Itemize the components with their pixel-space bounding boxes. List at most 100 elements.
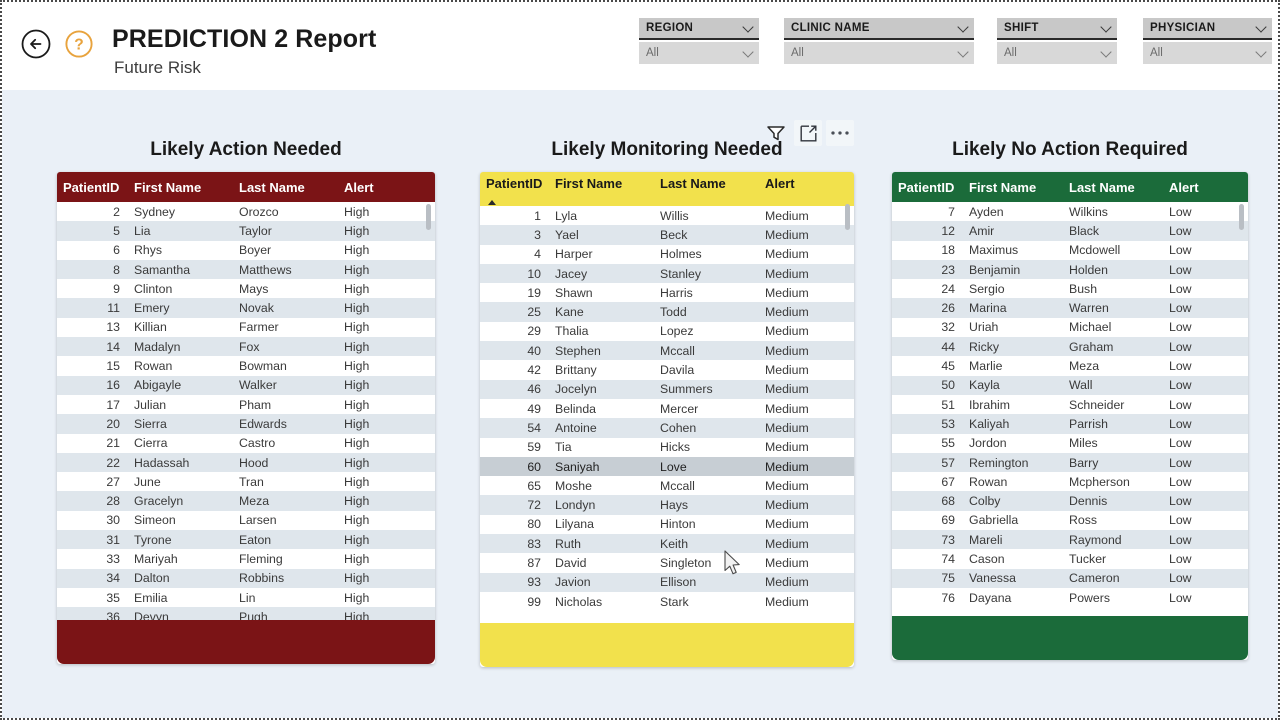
table-row[interactable]: 50 Kayla Wall Low xyxy=(892,375,1248,395)
scrollbar-thumb[interactable] xyxy=(1239,204,1244,230)
table-row[interactable]: 75 Vanessa Cameron Low xyxy=(892,568,1248,588)
table-no-action-required[interactable]: PatientID First Name Last Name Alert 7 Ayden… xyxy=(892,172,1248,660)
slicer-shift-header[interactable]: SHIFT xyxy=(997,18,1117,40)
table-row[interactable]: 87 David Singleton Medium xyxy=(480,553,854,572)
vertical-scrollbar[interactable] xyxy=(426,204,431,612)
table-row[interactable]: 51 Ibrahim Schneider Low xyxy=(892,395,1248,414)
table-row[interactable]: 1 Lyla Willis Medium xyxy=(480,206,854,225)
table-row[interactable]: 26 Marina Warren Low xyxy=(892,298,1248,318)
table-row[interactable]: 11 Emery Novak High xyxy=(57,298,435,318)
table-row[interactable]: 60 Saniyah Love Medium xyxy=(480,456,854,477)
table-row[interactable]: 19 Shawn Harris Medium xyxy=(480,283,854,302)
table-row[interactable]: 2 Sydney Orozco High xyxy=(57,202,435,221)
table-row[interactable]: 23 Benjamin Holden Low xyxy=(892,259,1248,280)
table-row[interactable]: 30 Simeon Larsen High xyxy=(57,511,435,530)
column-header-alert[interactable]: Alert xyxy=(763,176,831,191)
table-row[interactable]: 31 Tyrone Eaton High xyxy=(57,530,435,550)
table-row[interactable]: 15 Rowan Bowman High xyxy=(57,356,435,375)
table-row[interactable]: 53 Kaliyah Parrish Low xyxy=(892,414,1248,434)
table-row[interactable]: 67 Rowan Mcpherson Low xyxy=(892,472,1248,491)
table-row[interactable]: 99 Nicholas Stark Medium xyxy=(480,592,854,611)
column-header-patientid[interactable]: PatientID xyxy=(892,180,962,195)
column-header-patientid[interactable]: PatientID xyxy=(480,176,548,191)
table-row[interactable]: 27 June Tran High xyxy=(57,472,435,491)
column-header-last-name[interactable]: Last Name xyxy=(658,176,763,191)
column-header-patientid[interactable]: PatientID xyxy=(57,180,127,195)
table-row[interactable]: 28 Gracelyn Meza High xyxy=(57,491,435,511)
table-monitoring-needed[interactable]: PatientID First Name Last Name Alert 1 Lyla W… xyxy=(480,172,854,667)
table-row[interactable]: 72 Londyn Hays Medium xyxy=(480,495,854,515)
table-row[interactable]: 44 Ricky Graham Low xyxy=(892,337,1248,357)
table-row[interactable]: 45 Marlie Meza Low xyxy=(892,356,1248,375)
focus-mode-icon[interactable] xyxy=(794,120,822,146)
table-row[interactable]: 18 Maximus Mcdowell Low xyxy=(892,241,1248,260)
scrollbar-thumb[interactable] xyxy=(845,204,850,230)
table-row[interactable]: 57 Remington Barry Low xyxy=(892,452,1248,473)
more-options-icon[interactable] xyxy=(826,120,854,146)
slicer-shift[interactable]: SHIFT All xyxy=(997,18,1117,64)
slicer-physician[interactable]: PHYSICIAN All xyxy=(1143,18,1272,64)
slicer-clinic-name[interactable]: CLINIC NAME All xyxy=(784,18,974,64)
back-arrow-icon[interactable] xyxy=(20,28,52,60)
slicer-clinic-name-dropdown[interactable]: All xyxy=(784,42,974,64)
table-row[interactable]: 36 Devyn Pugh High xyxy=(57,607,435,620)
table-row[interactable]: 54 Antoine Cohen Medium xyxy=(480,418,854,438)
table-row[interactable]: 49 Belinda Mercer Medium xyxy=(480,399,854,418)
table-row[interactable]: 42 Brittany Davila Medium xyxy=(480,360,854,379)
table-row[interactable]: 25 Kane Todd Medium xyxy=(480,302,854,322)
table-row[interactable]: 10 Jacey Stanley Medium xyxy=(480,263,854,284)
table-row[interactable]: 59 Tia Hicks Medium xyxy=(480,438,854,457)
table-row[interactable]: 83 Ruth Keith Medium xyxy=(480,534,854,554)
table-row[interactable]: 14 Madalyn Fox High xyxy=(57,337,435,357)
table-row[interactable]: 55 Jordon Miles Low xyxy=(892,434,1248,453)
table-row[interactable]: 76 Dayana Powers Low xyxy=(892,588,1248,607)
table-row[interactable]: 9 Clinton Mays High xyxy=(57,279,435,298)
table-row[interactable]: 8 Samantha Matthews High xyxy=(57,259,435,280)
slicer-region-dropdown[interactable]: All xyxy=(639,42,759,64)
table-row[interactable]: 17 Julian Pham High xyxy=(57,395,435,414)
table-row[interactable]: 5 Lia Taylor High xyxy=(57,221,435,241)
column-header-alert[interactable]: Alert xyxy=(1167,180,1229,195)
column-header-last-name[interactable]: Last Name xyxy=(1067,180,1167,195)
table-row[interactable]: 80 Lilyana Hinton Medium xyxy=(480,515,854,534)
table-row[interactable]: 46 Jocelyn Summers Medium xyxy=(480,379,854,399)
table-row[interactable]: 24 Sergio Bush Low xyxy=(892,279,1248,298)
slicer-region-header[interactable]: REGION xyxy=(639,18,759,40)
column-header-first-name[interactable]: First Name xyxy=(962,180,1067,195)
table-body[interactable]: 2 Sydney Orozco High 5 Lia Taylor High 6 Rhys Boye… xyxy=(57,202,435,620)
table-row[interactable]: 12 Amir Black Low xyxy=(892,221,1248,241)
table-row[interactable]: 74 Cason Tucker Low xyxy=(892,549,1248,568)
table-row[interactable]: 32 Uriah Michael Low xyxy=(892,318,1248,337)
table-row[interactable]: 65 Moshe Mccall Medium xyxy=(480,476,854,495)
table-row[interactable]: 3 Yael Beck Medium xyxy=(480,225,854,245)
column-header-first-name[interactable]: First Name xyxy=(548,176,658,191)
table-action-needed[interactable]: PatientID First Name Last Name Alert 2 Sydne… xyxy=(57,172,435,664)
question-mark-icon[interactable]: ? xyxy=(64,29,94,59)
table-row[interactable]: 29 Thalia Lopez Medium xyxy=(480,322,854,341)
table-row[interactable]: 20 Sierra Edwards High xyxy=(57,414,435,434)
slicer-region[interactable]: REGION All xyxy=(639,18,759,64)
table-row[interactable]: 68 Colby Dennis Low xyxy=(892,491,1248,511)
table-row[interactable]: 22 Hadassah Hood High xyxy=(57,452,435,473)
table-body[interactable]: 7 Ayden Wilkins Low 12 Amir Black Low 18 Maximus M… xyxy=(892,202,1248,616)
table-row[interactable]: 33 Mariyah Fleming High xyxy=(57,549,435,568)
table-body[interactable]: 1 Lyla Willis Medium 3 Yael Beck Medium 4 Harper H… xyxy=(480,206,854,623)
scrollbar-thumb[interactable] xyxy=(426,204,431,230)
slicer-clinic-name-header[interactable]: CLINIC NAME xyxy=(784,18,974,40)
slicer-physician-header[interactable]: PHYSICIAN xyxy=(1143,18,1272,40)
column-header-alert[interactable]: Alert xyxy=(342,180,410,195)
filter-icon[interactable] xyxy=(762,120,790,146)
slicer-shift-dropdown[interactable]: All xyxy=(997,42,1117,64)
table-row[interactable]: 16 Abigayle Walker High xyxy=(57,375,435,395)
vertical-scrollbar[interactable] xyxy=(1239,204,1244,608)
vertical-scrollbar[interactable] xyxy=(845,204,850,611)
table-row[interactable]: 6 Rhys Boyer High xyxy=(57,241,435,260)
table-row[interactable]: 73 Mareli Raymond Low xyxy=(892,530,1248,550)
table-row[interactable]: 21 Cierra Castro High xyxy=(57,434,435,453)
table-row[interactable]: 34 Dalton Robbins High xyxy=(57,568,435,588)
table-row[interactable]: 4 Harper Holmes Medium xyxy=(480,245,854,264)
slicer-physician-dropdown[interactable]: All xyxy=(1143,42,1272,64)
table-row[interactable]: 13 Killian Farmer High xyxy=(57,318,435,337)
table-row[interactable]: 7 Ayden Wilkins Low xyxy=(892,202,1248,221)
column-header-first-name[interactable]: First Name xyxy=(127,180,237,195)
